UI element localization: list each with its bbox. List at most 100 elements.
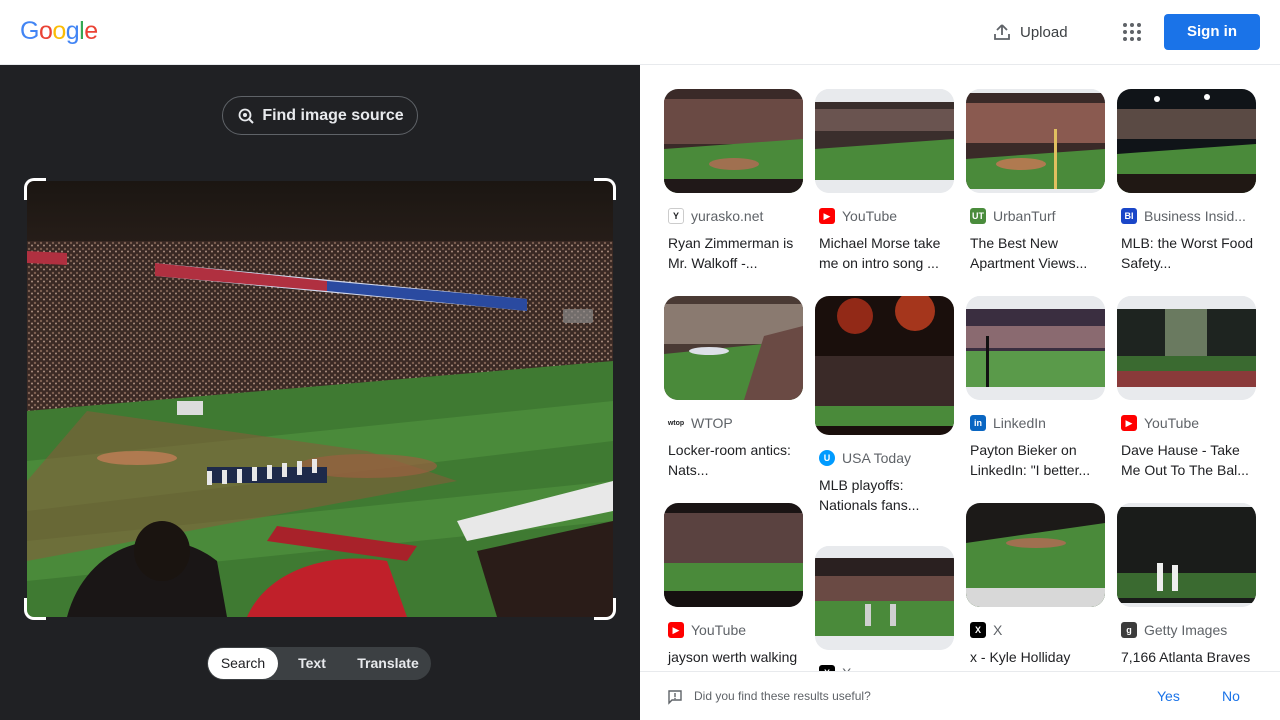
feedback-yes-button[interactable]: Yes	[1157, 688, 1180, 704]
result-card[interactable]: ▶ YouTube jayson werth walking up to the…	[664, 503, 803, 671]
source-favicon: BI	[1121, 208, 1137, 224]
results-column: ▶ YouTube Michael Morse take me on intro…	[815, 89, 954, 671]
result-thumbnail[interactable]	[966, 503, 1105, 607]
result-thumbnail[interactable]	[1117, 89, 1256, 193]
result-card[interactable]: g Getty Images 7,166 Atlanta Braves Fans…	[1117, 503, 1256, 671]
result-title[interactable]: Locker-room antics: Nats...	[664, 440, 803, 480]
results-column: Y yurasko.net Ryan Zimmerman is Mr. Walk…	[664, 89, 803, 671]
source-name: USA Today	[842, 450, 912, 466]
feedback-bar: Did you find these results useful? Yes N…	[640, 671, 1280, 720]
result-thumbnail[interactable]	[1117, 503, 1256, 607]
tab-search[interactable]: Search	[208, 648, 278, 679]
result-title[interactable]: jayson werth walking up to the...	[664, 647, 803, 671]
result-thumbnail[interactable]	[966, 89, 1105, 193]
result-card[interactable]: wtop WTOP Locker-room antics: Nats...	[664, 296, 803, 480]
result-thumbnail[interactable]	[664, 89, 803, 193]
source-favicon: g	[1121, 622, 1137, 638]
google-logo[interactable]: Google	[20, 17, 98, 46]
source-name: YouTube	[842, 208, 898, 224]
sign-in-button[interactable]: Sign in	[1164, 14, 1260, 50]
result-source[interactable]: ▶ YouTube	[664, 621, 803, 639]
result-thumbnail[interactable]	[815, 296, 954, 435]
logo-letter: o	[38, 17, 53, 45]
source-name: LinkedIn	[993, 415, 1046, 431]
result-card[interactable]: Y yurasko.net Ryan Zimmerman is Mr. Walk…	[664, 89, 803, 273]
tab-text[interactable]: Text	[278, 648, 346, 679]
logo-letter: g	[65, 17, 80, 45]
result-card[interactable]: U USA Today MLB playoffs: Nationals fans…	[815, 296, 954, 515]
crop-corner-top-right[interactable]	[594, 178, 616, 200]
source-favicon: UT	[970, 208, 986, 224]
result-source[interactable]: ▶ YouTube	[1117, 414, 1256, 432]
lens-panel: Find image source Search Text Translate	[0, 65, 640, 720]
logo-letter: G	[20, 17, 39, 45]
result-source[interactable]: ▶ YouTube	[815, 207, 954, 225]
result-card[interactable]: BI Business Insid... MLB: the Worst Food…	[1117, 89, 1256, 273]
crop-corner-top-left[interactable]	[24, 178, 46, 200]
result-thumbnail[interactable]	[966, 296, 1105, 400]
source-name: yurasko.net	[691, 208, 764, 224]
source-favicon: in	[970, 415, 986, 431]
source-favicon: ▶	[1121, 415, 1137, 431]
result-thumbnail[interactable]	[815, 89, 954, 193]
logo-letter: e	[84, 17, 98, 45]
result-source[interactable]: g Getty Images	[1117, 621, 1256, 639]
result-source[interactable]: X X	[966, 621, 1105, 639]
feedback-no-button[interactable]: No	[1222, 688, 1240, 704]
result-source[interactable]: BI Business Insid...	[1117, 207, 1256, 225]
result-card[interactable]: ▶ YouTube Dave Hause - Take Me Out To Th…	[1117, 296, 1256, 480]
visual-matches-panel: Y yurasko.net Ryan Zimmerman is Mr. Walk…	[640, 65, 1280, 671]
feedback-question: Did you find these results useful?	[694, 689, 871, 703]
result-title[interactable]: x - Kyle Holliday (@KyleHolliday) / X	[966, 647, 1105, 671]
result-source[interactable]: X X	[815, 664, 954, 671]
find-image-source-button[interactable]: Find image source	[222, 96, 418, 135]
result-card[interactable]: ▶ YouTube Michael Morse take me on intro…	[815, 89, 954, 273]
result-source[interactable]: wtop WTOP	[664, 414, 803, 432]
result-thumbnail[interactable]	[664, 503, 803, 607]
result-card[interactable]: X X x - Kyle Holliday (@KyleHolliday) / …	[966, 503, 1105, 671]
apps-grid-icon[interactable]	[1118, 18, 1146, 46]
result-title[interactable]: 7,166 Atlanta Braves Fans Stoc...	[1117, 647, 1256, 671]
source-name: X	[993, 622, 1003, 638]
source-name: YouTube	[691, 622, 747, 638]
result-title[interactable]: The Best New Apartment Views...	[966, 233, 1105, 273]
crop-corner-bottom-left[interactable]	[24, 598, 46, 620]
source-name: Business Insid...	[1144, 208, 1246, 224]
results-column: BI Business Insid... MLB: the Worst Food…	[1117, 89, 1256, 671]
tab-translate[interactable]: Translate	[346, 648, 430, 679]
source-favicon: ▶	[819, 208, 835, 224]
result-title[interactable]: Payton Bieker on LinkedIn: "I better...	[966, 440, 1105, 480]
source-favicon: X	[970, 622, 986, 638]
result-thumbnail[interactable]	[1117, 296, 1256, 400]
result-title[interactable]: Dave Hause - Take Me Out To The Bal...	[1117, 440, 1256, 480]
result-card[interactable]: X X	[815, 546, 954, 671]
result-card[interactable]: in LinkedIn Payton Bieker on LinkedIn: "…	[966, 296, 1105, 480]
source-favicon: wtop	[668, 415, 684, 431]
result-card[interactable]: UT UrbanTurf The Best New Apartment View…	[966, 89, 1105, 273]
selected-image-frame[interactable]	[24, 178, 616, 620]
result-source[interactable]: Y yurasko.net	[664, 207, 803, 225]
top-bar: Google Upload Sign in	[0, 0, 1280, 65]
result-source[interactable]: in LinkedIn	[966, 414, 1105, 432]
lens-mode-tabs: Search Text Translate	[207, 647, 431, 680]
logo-letter: o	[52, 17, 66, 45]
source-name: WTOP	[691, 415, 733, 431]
source-favicon: Y	[668, 208, 684, 224]
result-source[interactable]: UT UrbanTurf	[966, 207, 1105, 225]
result-thumbnail[interactable]	[815, 546, 954, 650]
result-title[interactable]: Michael Morse take me on intro song ...	[815, 233, 954, 273]
result-thumbnail[interactable]	[664, 296, 803, 400]
result-title[interactable]: MLB playoffs: Nationals fans...	[815, 475, 954, 515]
result-title[interactable]: Ryan Zimmerman is Mr. Walkoff -...	[664, 233, 803, 273]
source-name: YouTube	[1144, 415, 1200, 431]
source-name: Getty Images	[1144, 622, 1228, 638]
crop-corner-bottom-right[interactable]	[594, 598, 616, 620]
source-name: UrbanTurf	[993, 208, 1056, 224]
source-favicon: U	[819, 450, 835, 466]
result-source[interactable]: U USA Today	[815, 449, 954, 467]
baseball-stadium-photo	[27, 181, 613, 617]
upload-button[interactable]: Upload	[992, 19, 1068, 45]
results-column: UT UrbanTurf The Best New Apartment View…	[966, 89, 1105, 671]
result-title[interactable]: MLB: the Worst Food Safety...	[1117, 233, 1256, 273]
find-source-label: Find image source	[262, 106, 404, 124]
